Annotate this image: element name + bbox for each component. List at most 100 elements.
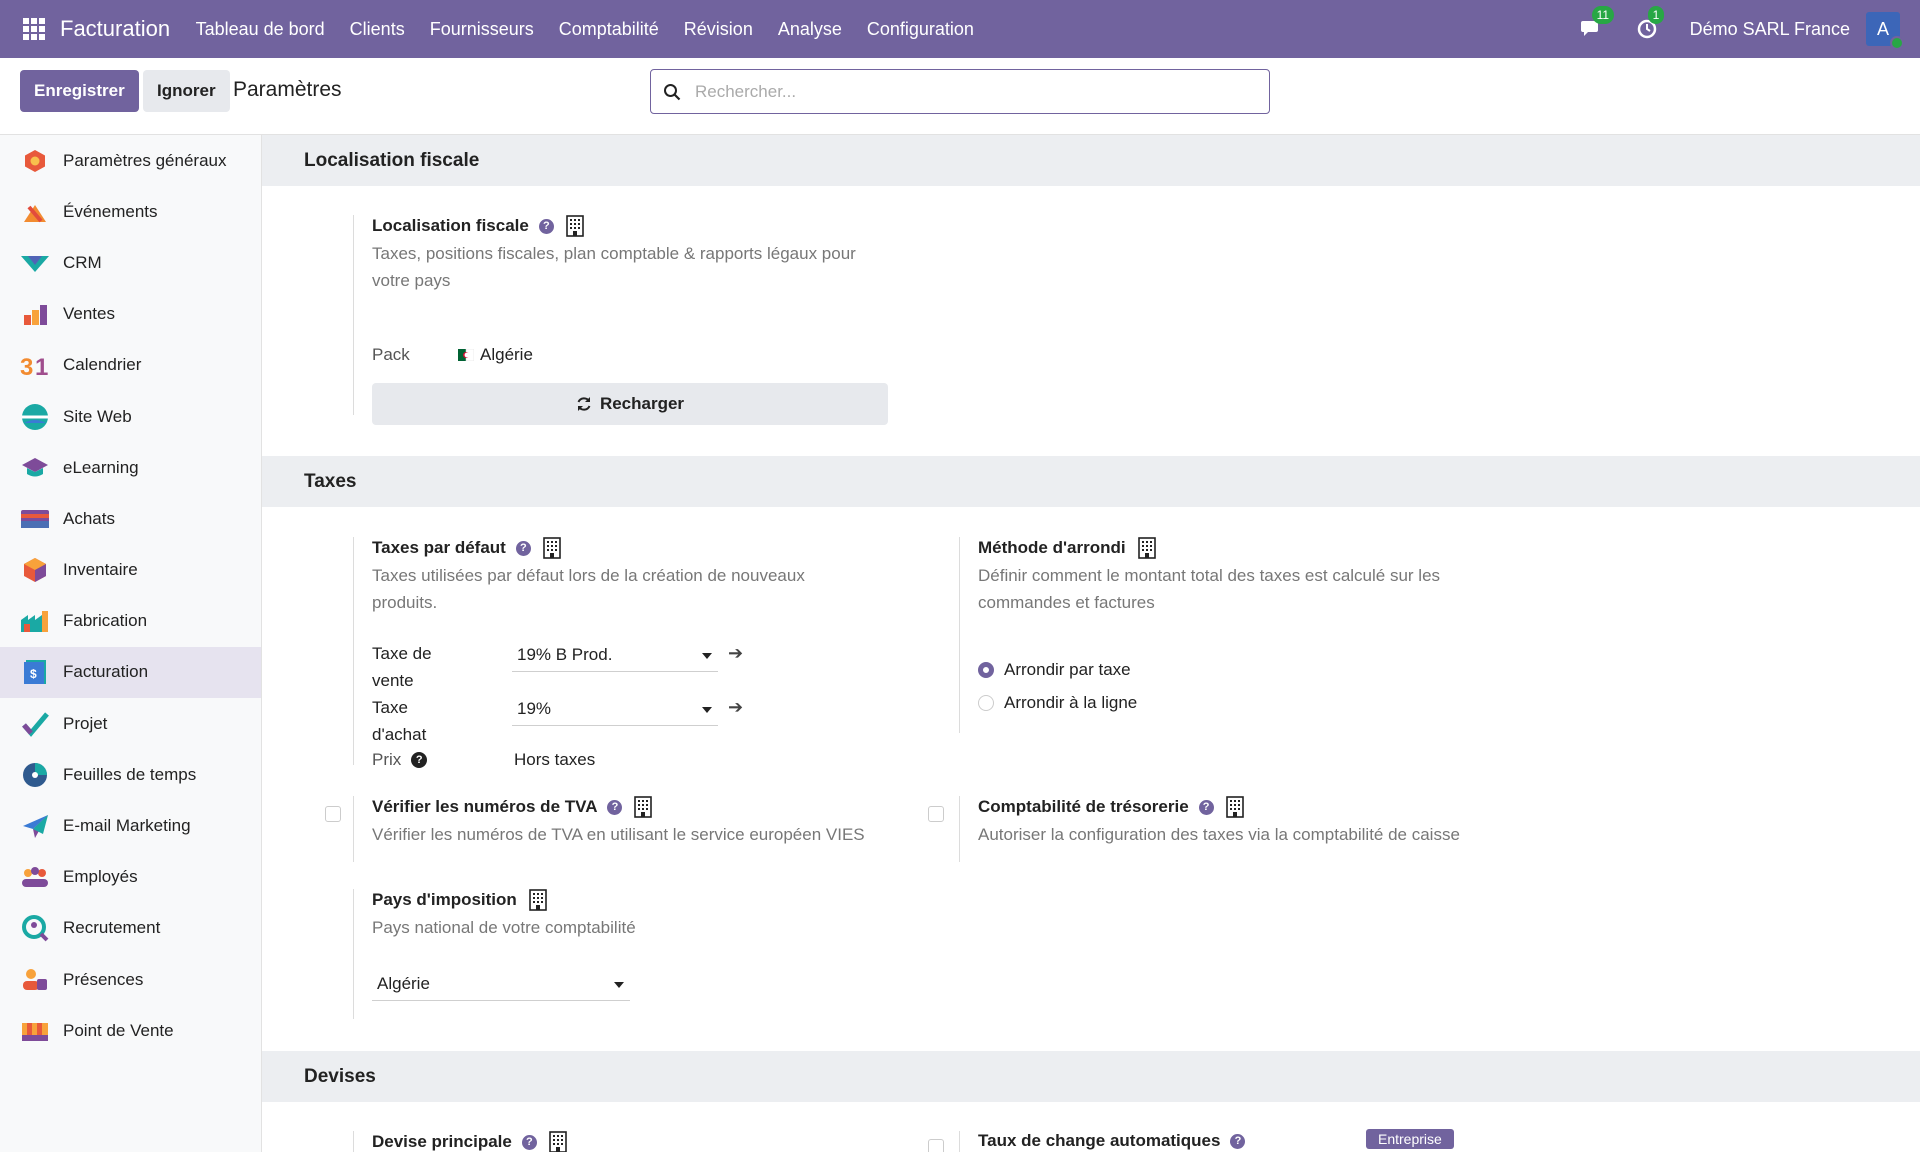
fiscal-localization-desc-line2: votre pays xyxy=(372,271,451,290)
sidebar-item-manufacturing[interactable]: Fabrication xyxy=(0,596,261,647)
app-name[interactable]: Facturation xyxy=(60,16,170,42)
sidebar-item-sales[interactable]: Ventes xyxy=(0,289,261,340)
vat-verification-checkbox[interactable] xyxy=(325,806,341,822)
email-marketing-app-icon xyxy=(20,811,50,841)
help-icon[interactable]: ? xyxy=(1230,1133,1246,1149)
sidebar-item-inventory[interactable]: Inventaire xyxy=(0,545,261,596)
question-circle-icon[interactable]: ? xyxy=(411,752,428,768)
menu-review[interactable]: Révision xyxy=(671,19,765,40)
sidebar-item-attendances[interactable]: Présences xyxy=(0,954,261,1005)
building-icon xyxy=(566,215,584,237)
help-icon[interactable]: ? xyxy=(521,1134,537,1150)
sidebar-item-label: Achats xyxy=(63,508,115,528)
auto-currency-rates-setting: Taux de change automatiques ? Entreprise xyxy=(959,1129,1519,1152)
search-icon xyxy=(663,83,681,101)
fiscal-country-select[interactable]: Algérie xyxy=(372,974,630,1001)
purchase-tax-select[interactable]: 19% xyxy=(512,699,718,726)
elearning-app-icon xyxy=(20,453,50,483)
section-header-taxes: Taxes xyxy=(262,456,1920,507)
sidebar-item-timesheet[interactable]: Feuilles de temps xyxy=(0,749,261,800)
rounding-option-label: Arrondir par taxe xyxy=(1004,660,1131,679)
radio-unselected[interactable] xyxy=(978,695,994,711)
reload-button[interactable]: Recharger xyxy=(372,383,888,425)
cash-basis-checkbox[interactable] xyxy=(928,806,944,822)
activities-clock-icon[interactable]: 1 xyxy=(1634,6,1665,42)
internal-link-arrow-icon[interactable]: ➔ xyxy=(728,697,743,718)
default-taxes-setting: Taxes par défaut ? Taxes utilisées par d… xyxy=(353,537,873,769)
menu-dashboard[interactable]: Tableau de bord xyxy=(183,19,337,40)
algeria-flag-icon xyxy=(458,349,474,361)
main-currency-setting: Devise principale ? xyxy=(353,1131,913,1152)
price-label: Prix xyxy=(372,750,402,769)
purchase-tax-label-line1: Taxe xyxy=(372,698,408,717)
enterprise-badge[interactable]: Entreprise xyxy=(1366,1129,1454,1149)
menu-configuration[interactable]: Configuration xyxy=(854,19,986,40)
navbar-systray: 11 1 Démo SARL France A xyxy=(1578,0,1904,58)
menu-customers[interactable]: Clients xyxy=(337,19,417,40)
save-button[interactable]: Enregistrer xyxy=(20,70,139,112)
section-header-fiscal: Localisation fiscale xyxy=(262,135,1920,186)
fiscal-localization-title: Localisation fiscale xyxy=(372,216,529,235)
settings-app-icon xyxy=(20,146,50,176)
user-avatar[interactable]: A xyxy=(1866,12,1904,50)
radio-selected[interactable] xyxy=(978,662,994,678)
help-icon[interactable]: ? xyxy=(515,540,531,556)
menu-accounting[interactable]: Comptabilité xyxy=(546,19,671,40)
help-icon[interactable]: ? xyxy=(1198,799,1214,815)
sidebar-item-crm[interactable]: CRM xyxy=(0,237,261,288)
sidebar-item-label: Événements xyxy=(63,201,158,221)
sidebar-item-point-of-sale[interactable]: Point de Vente xyxy=(0,1005,261,1056)
pack-label: Pack xyxy=(372,345,410,364)
pack-value: Algérie xyxy=(458,345,533,365)
fiscal-country-value: Algérie xyxy=(377,974,430,993)
help-icon[interactable]: ? xyxy=(538,218,554,234)
sidebar-item-general-settings[interactable]: Paramètres généraux xyxy=(0,135,261,186)
calendar-app-icon: 31 xyxy=(20,350,50,380)
sale-tax-label-line2: vente xyxy=(372,671,414,690)
sidebar-item-elearning[interactable]: eLearning xyxy=(0,442,261,493)
sale-tax-label: Taxe de vente xyxy=(372,640,432,694)
rounding-method-title: Méthode d'arrondi xyxy=(978,538,1126,557)
sidebar-item-project[interactable]: Projet xyxy=(0,698,261,749)
rounding-option-per-tax[interactable]: Arrondir par taxe xyxy=(978,660,1131,680)
messages-icon[interactable]: 11 xyxy=(1578,6,1615,42)
breadcrumb: Paramètres xyxy=(233,78,342,101)
sidebar-item-recruitment[interactable]: Recrutement xyxy=(0,903,261,954)
sidebar-item-invoicing[interactable]: $ Facturation xyxy=(0,646,261,699)
menu-vendors[interactable]: Fournisseurs xyxy=(417,19,546,40)
svg-text:1: 1 xyxy=(35,354,48,378)
purchase-tax-value: 19% xyxy=(517,699,552,718)
events-app-icon xyxy=(20,197,50,227)
help-icon[interactable]: ? xyxy=(607,799,623,815)
sale-tax-select[interactable]: 19% B Prod. xyxy=(512,645,718,672)
rounding-method-setting: Méthode d'arrondi Définir comment le mon… xyxy=(959,537,1519,733)
sidebar-item-events[interactable]: Événements xyxy=(0,186,261,237)
employees-app-icon xyxy=(20,862,50,892)
manufacturing-app-icon xyxy=(20,606,50,636)
settings-content: Localisation fiscale Localisation fiscal… xyxy=(262,135,1920,1152)
internal-link-arrow-icon[interactable]: ➔ xyxy=(728,643,743,664)
menu-reporting[interactable]: Analyse xyxy=(765,19,854,40)
default-taxes-desc-line1: Taxes utilisées par défaut lors de la cr… xyxy=(372,566,805,585)
sidebar-item-purchase[interactable]: Achats xyxy=(0,493,261,544)
crm-app-icon xyxy=(20,248,50,278)
sidebar-item-website[interactable]: Site Web xyxy=(0,391,261,442)
sidebar-item-employees[interactable]: Employés xyxy=(0,852,261,903)
sidebar-item-calendar[interactable]: 31 Calendrier xyxy=(0,340,261,391)
sidebar-item-label: Présences xyxy=(63,969,144,989)
sidebar-item-label: eLearning xyxy=(63,457,139,477)
sidebar-item-label: CRM xyxy=(63,252,102,272)
sidebar-item-email-marketing[interactable]: E-mail Marketing xyxy=(0,800,261,851)
rounding-option-per-line[interactable]: Arrondir à la ligne xyxy=(978,693,1137,713)
fiscal-country-setting: Pays d'imposition Pays national de votre… xyxy=(353,889,913,1019)
fiscal-country-title: Pays d'imposition xyxy=(372,890,517,909)
search-box[interactable] xyxy=(650,69,1270,114)
company-switcher[interactable]: Démo SARL France xyxy=(1690,19,1850,40)
discard-button[interactable]: Ignorer xyxy=(143,70,230,112)
auto-currency-rates-checkbox[interactable] xyxy=(928,1139,944,1152)
avatar-letter: A xyxy=(1876,18,1889,39)
sidebar-item-label: Ventes xyxy=(63,304,115,324)
sidebar-item-label: Projet xyxy=(63,713,108,733)
app-menu-grid-icon[interactable] xyxy=(23,18,45,40)
search-input[interactable] xyxy=(695,81,1235,102)
